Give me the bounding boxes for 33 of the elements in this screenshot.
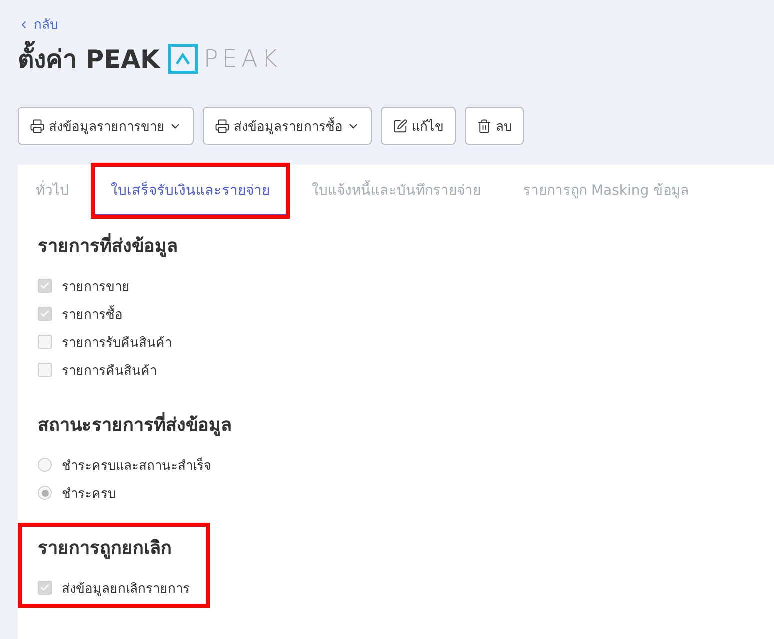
section-title: รายการที่ส่งข้อมูล — [38, 231, 178, 260]
checkbox[interactable] — [38, 581, 52, 595]
tab[interactable]: ใบเสร็จรับเงินและรายจ่าย — [93, 165, 288, 217]
back-link[interactable]: กลับ — [18, 14, 58, 35]
toolbar-button[interactable]: แก้ไข — [381, 107, 456, 145]
check-icon — [40, 281, 50, 291]
option-label: ส่งข้อมูลยกเลิกรายการ — [62, 580, 190, 598]
option-label: รายการขาย — [62, 278, 130, 296]
option-label: ชำระครบและสถานะสำเร็จ — [62, 456, 212, 476]
checkbox[interactable] — [38, 335, 52, 349]
logo-icon — [168, 44, 198, 74]
printer-icon — [30, 118, 45, 134]
checkbox[interactable] — [38, 363, 52, 377]
option-label: รายการรับคืนสินค้า — [62, 334, 172, 352]
toolbar-button[interactable]: ส่งข้อมูลรายการซื้อ — [203, 107, 372, 145]
section-title: สถานะรายการที่ส่งข้อมูล — [38, 410, 232, 439]
logo-wordmark: PEAK — [204, 45, 282, 73]
toolbar-button[interactable]: ลบ — [465, 107, 524, 145]
checkbox[interactable] — [38, 307, 52, 321]
option-label: รายการคืนสินค้า — [62, 362, 157, 380]
trash-icon — [477, 118, 492, 134]
checkbox[interactable] — [38, 279, 52, 293]
option-label: รายการซื้อ — [62, 304, 123, 324]
page-title: ตั้งค่า PEAK — [18, 39, 160, 79]
section-title: รายการถูกยกเลิก — [38, 537, 173, 562]
edit-icon — [393, 118, 408, 134]
radio-button[interactable] — [38, 458, 52, 472]
toolbar-button[interactable]: ส่งข้อมูลรายการขาย — [18, 107, 194, 145]
printer-icon — [215, 118, 230, 134]
check-icon — [40, 309, 50, 319]
radio-button[interactable] — [38, 486, 52, 500]
option-label: ชำระครบ — [62, 486, 116, 504]
check-icon — [40, 583, 50, 593]
